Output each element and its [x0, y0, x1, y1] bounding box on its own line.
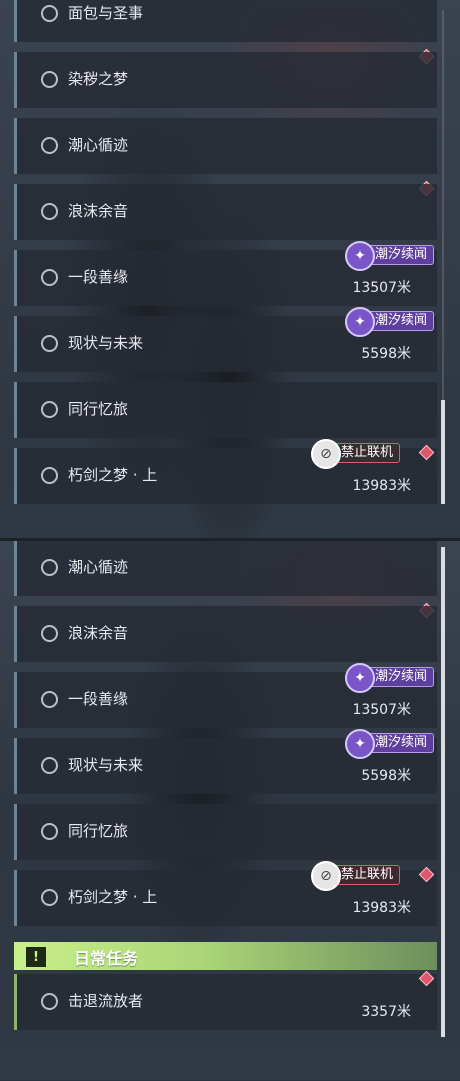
tide-story-badge: ✦ 潮汐续闻 — [345, 729, 435, 759]
radio-icon[interactable] — [41, 5, 58, 22]
quest-title: 同行忆旅 — [68, 822, 129, 840]
quest-list-bottom: 潮心循迹 浪沫余音 一段善缘 13507米 ✦ 潮汐续闻 现状与未来 5598米… — [0, 541, 460, 1081]
quest-item[interactable]: 浪沫余音 — [14, 606, 437, 662]
tide-story-badge: ✦ 潮汐续闻 — [345, 241, 435, 271]
quest-item[interactable]: 染秽之梦 — [14, 52, 437, 108]
radio-icon[interactable] — [41, 993, 58, 1010]
daily-quest-item[interactable]: 击退流放者 3357米 — [14, 974, 437, 1030]
no-coop-icon: ⊘ — [311, 861, 341, 891]
quest-distance: 13983米 — [352, 478, 411, 494]
no-coop-badge: ⊘ 禁止联机 — [311, 439, 401, 469]
radio-icon[interactable] — [41, 889, 58, 906]
quest-title: 同行忆旅 — [68, 400, 129, 418]
quest-distance: 5598米 — [361, 768, 411, 784]
no-coop-badge: ⊘ 禁止联机 — [311, 861, 401, 891]
radio-icon[interactable] — [41, 625, 58, 642]
radio-icon[interactable] — [41, 269, 58, 286]
quest-item[interactable]: 同行忆旅 — [14, 804, 437, 860]
scrollbar-thumb[interactable] — [441, 547, 445, 1037]
tide-story-badge: ✦ 潮汐续闻 — [345, 307, 435, 337]
tide-story-icon: ✦ — [345, 663, 375, 693]
badge-label: 禁止联机 — [341, 867, 394, 882]
scrollbar-track[interactable] — [441, 10, 445, 504]
badge-label: 禁止联机 — [341, 445, 394, 460]
quest-distance: 13983米 — [352, 900, 411, 916]
no-coop-icon: ⊘ — [311, 439, 341, 469]
radio-icon[interactable] — [41, 823, 58, 840]
quest-title: 一段善缘 — [68, 268, 129, 286]
tide-story-icon: ✦ — [345, 241, 375, 271]
quest-title: 击退流放者 — [68, 992, 144, 1010]
scrollbar-thumb[interactable] — [441, 400, 445, 504]
quest-distance: 13507米 — [352, 280, 411, 296]
radio-icon[interactable] — [41, 757, 58, 774]
alert-icon: ! — [26, 947, 46, 967]
quest-title: 潮心循迹 — [68, 558, 129, 576]
radio-icon[interactable] — [41, 691, 58, 708]
radio-icon[interactable] — [41, 467, 58, 484]
quest-title: 面包与圣事 — [68, 4, 144, 22]
badge-label: 潮汐续闻 — [375, 247, 428, 262]
radio-icon[interactable] — [41, 401, 58, 418]
quest-title: 朽剑之梦 · 上 — [68, 466, 158, 484]
quest-title: 现状与未来 — [68, 334, 144, 352]
quest-item[interactable]: 面包与圣事 — [14, 0, 437, 42]
radio-icon[interactable] — [41, 559, 58, 576]
tide-story-icon: ✦ — [345, 307, 375, 337]
badge-label: 潮汐续闻 — [375, 313, 428, 328]
quest-item[interactable]: 潮心循迹 — [14, 118, 437, 174]
tide-story-badge: ✦ 潮汐续闻 — [345, 663, 435, 693]
quest-distance: 5598米 — [361, 346, 411, 362]
daily-quests-header[interactable]: ! 日常任务 — [14, 942, 437, 970]
radio-icon[interactable] — [41, 71, 58, 88]
badge-label: 潮汐续闻 — [375, 735, 428, 750]
quest-distance: 3357米 — [361, 1004, 411, 1020]
quest-title: 现状与未来 — [68, 756, 144, 774]
quest-item[interactable]: 同行忆旅 — [14, 382, 437, 438]
quest-title: 浪沫余音 — [68, 202, 129, 220]
quest-title: 朽剑之梦 · 上 — [68, 888, 158, 906]
quest-distance: 13507米 — [352, 702, 411, 718]
radio-icon[interactable] — [41, 203, 58, 220]
quest-item[interactable]: 潮心循迹 — [14, 541, 437, 596]
section-title: 日常任务 — [74, 949, 139, 968]
tide-story-icon: ✦ — [345, 729, 375, 759]
badge-label: 潮汐续闻 — [375, 669, 428, 684]
quest-title: 浪沫余音 — [68, 624, 129, 642]
scrollbar-track[interactable] — [441, 547, 445, 1037]
quest-list-top: 面包与圣事 染秽之梦 潮心循迹 浪沫余音 一段善缘 13507米 ✦ 潮汐续闻 … — [0, 0, 460, 540]
quest-title: 潮心循迹 — [68, 136, 129, 154]
radio-icon[interactable] — [41, 335, 58, 352]
quest-item[interactable]: 浪沫余音 — [14, 184, 437, 240]
radio-icon[interactable] — [41, 137, 58, 154]
quest-title: 染秽之梦 — [68, 70, 129, 88]
quest-title: 一段善缘 — [68, 690, 129, 708]
